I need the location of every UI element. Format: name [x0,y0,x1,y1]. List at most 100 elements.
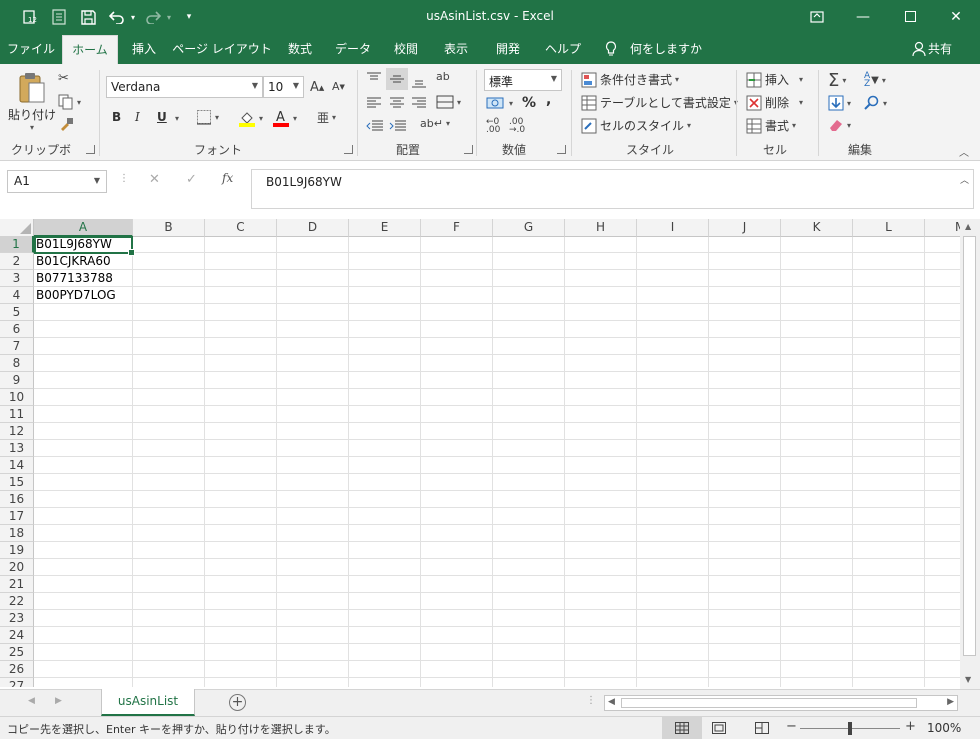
cut-button[interactable]: ✂ [58,71,69,86]
underline-dropdown-icon[interactable]: ▾ [175,114,179,123]
currency-button[interactable]: ▾ [486,95,513,111]
align-top-button[interactable] [366,72,382,86]
row-header[interactable]: 3 [0,270,34,287]
undo-dropdown-icon[interactable]: ▾ [124,8,142,26]
row-header[interactable]: 24 [0,627,34,644]
cell-a3[interactable]: B077133788 [34,270,113,287]
conditional-formatting-button[interactable]: 条件付き書式 ▾ [581,71,679,88]
row-header[interactable]: 10 [0,389,34,406]
column-header[interactable]: G [493,219,565,237]
insert-cells-button[interactable]: 挿入 ▾ [746,71,803,88]
tell-me-search[interactable]: 何をしますか [624,35,702,64]
active-cell-selection[interactable] [34,236,135,256]
tab-formulas[interactable]: 数式 [278,35,322,64]
save-icon[interactable] [79,8,97,26]
vertical-scroll-thumb[interactable] [963,236,976,656]
column-header[interactable]: B [133,219,205,237]
column-header[interactable]: E [349,219,421,237]
tab-file[interactable]: ファイル [4,35,58,64]
row-header[interactable]: 2 [0,253,34,270]
customize-qat-icon[interactable]: ▾ [180,8,198,26]
row-header[interactable]: 11 [0,406,34,423]
row-header[interactable]: 16 [0,491,34,508]
touch-mode-icon[interactable]: 12 [21,8,39,26]
cancel-icon[interactable]: ✕ [149,172,160,187]
row-header[interactable]: 5 [0,304,34,321]
scroll-left-icon[interactable]: ◀ [608,697,615,707]
merge-center-button[interactable]: ▾ [436,95,461,109]
alignment-launcher-icon[interactable] [464,145,473,154]
redo-dropdown-icon[interactable]: ▾ [160,8,178,26]
form-icon[interactable] [50,8,68,26]
add-sheet-button[interactable]: + [229,694,246,711]
tab-developer[interactable]: 開発 [484,35,532,64]
zoom-slider-thumb[interactable] [848,722,852,735]
row-header[interactable]: 23 [0,610,34,627]
format-cells-button[interactable]: 書式 ▾ [746,117,796,134]
wrap-text-button[interactable]: ab↵ ▾ [420,117,450,130]
zoom-out-button[interactable]: − [786,719,797,734]
share-button[interactable]: 共有 [928,35,962,64]
fill-color-button[interactable]: ▾ [238,109,263,127]
format-painter-button[interactable] [58,116,74,132]
zoom-level[interactable]: 100% [927,721,961,735]
row-header[interactable]: 1 [0,236,34,253]
name-box[interactable]: A1 ▼ [7,170,107,193]
page-break-view-button[interactable] [755,722,769,737]
column-header[interactable]: J [709,219,781,237]
font-color-button[interactable]: A ▾ [272,109,297,127]
delete-cells-button[interactable]: 削除 ▾ [746,94,803,111]
column-header[interactable]: I [637,219,709,237]
decrease-decimal-button[interactable]: .00 →.0 [509,118,525,135]
tab-insert[interactable]: 挿入 [122,35,166,64]
find-select-button[interactable]: ▾ [864,95,887,111]
collapse-ribbon-button[interactable]: ︿ [959,144,969,159]
cell-a2[interactable]: B01CJKRA60 [34,253,111,270]
horizontal-scroll-thumb[interactable] [621,698,917,708]
column-header[interactable]: M [925,219,960,237]
worksheet-grid[interactable]: A B C D E F G H I J K L M 1 2 3 4 5 6 7 … [0,219,960,687]
sort-filter-button[interactable]: AZ ▼ ▾ [864,72,886,89]
percent-button[interactable]: % [522,95,536,111]
align-bottom-button[interactable] [411,74,427,88]
column-header[interactable]: K [781,219,853,237]
formula-input[interactable]: B01L9J68YW [251,169,974,209]
copy-button[interactable]: ▾ [58,94,81,110]
row-header[interactable]: 18 [0,525,34,542]
decrease-indent-button[interactable] [366,119,384,133]
row-header[interactable]: 7 [0,338,34,355]
row-header[interactable]: 21 [0,576,34,593]
column-header[interactable]: H [565,219,637,237]
increase-font-size-button[interactable]: A ▲ [310,80,324,95]
close-button[interactable]: ✕ [933,0,979,33]
minimize-button[interactable]: — [840,0,886,33]
cell-a4[interactable]: B00PYD7LOG [34,287,116,304]
scroll-up-icon[interactable]: ▲ [965,222,971,231]
row-header[interactable]: 15 [0,474,34,491]
row-header[interactable]: 27 [0,678,34,687]
align-right-button[interactable] [411,96,427,110]
formula-bar-grip-icon[interactable]: ⋮ [119,173,129,184]
tab-view[interactable]: 表示 [432,35,480,64]
enter-check-icon[interactable]: ✓ [186,172,197,187]
tab-splitter-icon[interactable]: ⋮ [586,695,596,706]
row-header[interactable]: 26 [0,661,34,678]
number-launcher-icon[interactable] [557,145,566,154]
column-header[interactable]: L [853,219,925,237]
align-middle-button[interactable] [386,68,408,90]
decrease-font-size-button[interactable]: A ▼ [332,80,345,93]
column-header[interactable]: C [205,219,277,237]
increase-decimal-button[interactable]: ←0.00 [486,118,500,135]
row-header[interactable]: 9 [0,372,34,389]
tab-help[interactable]: ヘルプ [536,35,590,64]
number-format-combo[interactable]: 標準 ▼ [484,69,562,91]
phonetic-button[interactable]: 亜 ▾ [317,109,336,126]
row-header[interactable]: 14 [0,457,34,474]
sheet-prev-icon[interactable]: ◀ [28,696,35,706]
row-header[interactable]: 22 [0,593,34,610]
page-layout-view-button[interactable] [712,722,726,737]
maximize-button[interactable] [887,0,933,33]
normal-view-button[interactable] [662,717,702,739]
ribbon-display-options-icon[interactable] [808,8,826,26]
bold-button[interactable]: B [112,110,121,124]
